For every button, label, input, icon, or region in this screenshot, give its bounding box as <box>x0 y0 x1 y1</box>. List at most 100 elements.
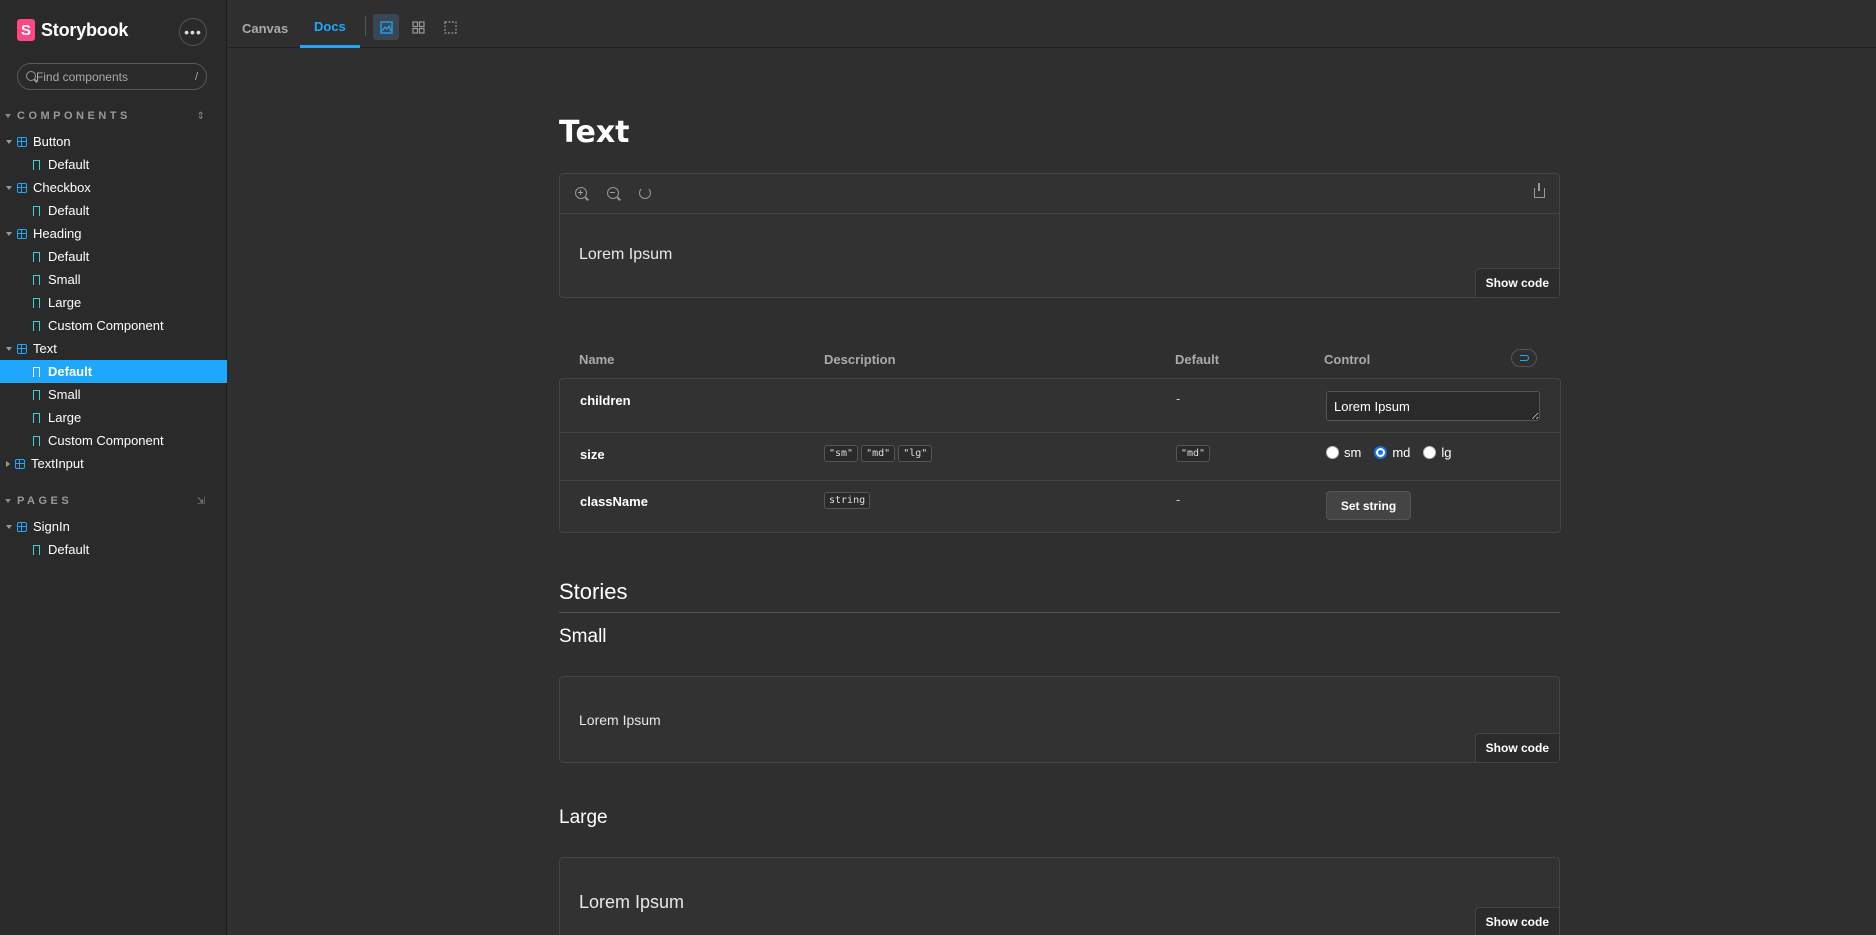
row-divider <box>560 480 1560 481</box>
sidebar-item-label: Button <box>33 134 71 149</box>
arg-default-size: "md" <box>1176 443 1213 462</box>
background-toggle-button[interactable] <box>373 14 399 40</box>
radio-sm[interactable] <box>1326 446 1339 459</box>
radio-label: sm <box>1344 445 1362 460</box>
sidebar-item-label: Default <box>48 249 90 264</box>
search-box[interactable]: / <box>17 63 207 90</box>
outline-toggle-button[interactable] <box>437 14 463 40</box>
arg-name-classname: className <box>580 494 648 509</box>
sidebar-story-heading-default[interactable]: Default <box>0 245 227 268</box>
show-code-button[interactable]: Show code <box>1474 907 1559 935</box>
story-heading-large: Large <box>559 807 608 828</box>
sidebar-item-button[interactable]: Button <box>0 130 227 153</box>
sidebar-story-heading-large[interactable]: Large <box>0 291 227 314</box>
sidebar-story-heading-custom-component[interactable]: Custom Component <box>0 314 227 337</box>
sidebar-item-label: Small <box>48 387 81 402</box>
expand-collapse-icon[interactable]: ⇲ <box>197 496 205 507</box>
sidebar-item-label: Large <box>48 410 82 425</box>
sidebar-item-heading[interactable]: Heading <box>0 222 227 245</box>
sidebar-item-text[interactable]: Text <box>0 337 227 360</box>
tab-docs[interactable]: Docs <box>300 8 360 48</box>
radio-lg[interactable] <box>1423 446 1437 459</box>
search-input[interactable] <box>35 69 191 84</box>
sidebar-story-text-small[interactable]: Small <box>0 383 227 406</box>
arg-default-classname: - <box>1176 492 1181 507</box>
chevron-down-icon <box>6 185 12 190</box>
type-badge: string <box>824 492 871 509</box>
show-code-button[interactable]: Show code <box>1474 733 1559 762</box>
chevron-down-icon <box>5 114 11 118</box>
sidebar-item-label: Default <box>48 157 90 172</box>
sidebar-item-label: Custom Component <box>48 433 164 448</box>
bookmark-icon <box>33 389 40 401</box>
set-string-button[interactable]: Set string <box>1326 491 1411 520</box>
bookmark-icon <box>33 544 40 556</box>
zoom-out-icon[interactable] <box>607 187 619 199</box>
component-icon <box>17 521 27 532</box>
radio-label: lg <box>1441 445 1452 460</box>
table-header-name: Name <box>579 352 615 367</box>
share-icon[interactable] <box>1534 183 1545 198</box>
sidebar-item-checkbox[interactable]: Checkbox <box>0 176 227 199</box>
sidebar: S Storybook ••• / COMPONENTS ⇕ Button De… <box>0 0 227 935</box>
bookmark-icon <box>33 251 40 263</box>
arg-description-classname: string <box>824 490 873 509</box>
app-name: Storybook <box>41 19 129 40</box>
image-icon <box>379 20 393 34</box>
sidebar-story-text-default[interactable]: Default <box>0 360 227 383</box>
expand-collapse-icon[interactable]: ⇕ <box>197 111 205 122</box>
grid-toggle-button[interactable] <box>405 14 431 40</box>
story-preview-large: Lorem Ipsum Show code <box>559 857 1560 935</box>
component-icon <box>17 228 27 239</box>
radio-label: md <box>1392 445 1411 460</box>
sidebar-item-label: TextInput <box>31 456 84 471</box>
sidebar-story-signin-default[interactable]: Default <box>0 538 227 561</box>
show-code-button[interactable]: Show code <box>1474 268 1559 297</box>
chevron-down-icon <box>6 524 12 529</box>
bookmark-icon <box>33 320 40 332</box>
sidebar-story-text-custom-component[interactable]: Custom Component <box>0 429 227 452</box>
sidebar-story-text-large[interactable]: Large <box>0 406 227 429</box>
sidebar-story-heading-small[interactable]: Small <box>0 268 227 291</box>
page-title: Text <box>559 115 630 150</box>
bookmark-icon <box>33 159 40 171</box>
children-input[interactable]: Lorem Ipsum <box>1326 391 1540 421</box>
preview-text: Lorem Ipsum <box>579 712 661 728</box>
reset-controls-button[interactable] <box>1511 349 1537 367</box>
reset-zoom-icon[interactable] <box>639 187 651 199</box>
radio-md[interactable] <box>1374 446 1388 459</box>
story-heading-small: Small <box>559 626 607 647</box>
tab-canvas[interactable]: Canvas <box>242 8 288 48</box>
sidebar-item-label: Default <box>48 203 90 218</box>
sidebar-story-button-default[interactable]: Default <box>0 153 227 176</box>
preview-toolbar <box>560 174 1559 214</box>
more-menu-button[interactable]: ••• <box>179 18 207 46</box>
story-preview-small: Lorem Ipsum Show code <box>559 676 1560 763</box>
pages-section-header[interactable]: PAGES ⇲ <box>5 495 205 507</box>
table-header-description: Description <box>824 352 896 367</box>
arg-name-children: children <box>580 393 631 408</box>
primary-story-preview: Lorem Ipsum Show code <box>559 173 1560 298</box>
search-shortcut-badge: / <box>194 70 198 83</box>
arg-default-children: - <box>1176 391 1181 406</box>
toolbar-divider <box>365 16 366 36</box>
sidebar-item-label: Heading <box>33 226 82 241</box>
preview-text: Lorem Ipsum <box>579 246 673 263</box>
sidebar-item-label: Text <box>33 341 57 356</box>
chevron-down-icon <box>5 499 11 503</box>
section-title: COMPONENTS <box>17 110 131 122</box>
brand[interactable]: S Storybook <box>17 19 128 41</box>
preview-text: Lorem Ipsum <box>579 892 685 912</box>
components-section-header[interactable]: COMPONENTS ⇕ <box>5 110 205 122</box>
sidebar-item-signin[interactable]: SignIn <box>0 515 227 538</box>
sidebar-item-label: SignIn <box>33 519 70 534</box>
sidebar-story-checkbox-default[interactable]: Default <box>0 199 227 222</box>
default-badge: "md" <box>1176 445 1211 462</box>
divider <box>559 612 1560 613</box>
chevron-down-icon <box>6 139 12 144</box>
component-icon <box>17 343 27 354</box>
zoom-in-icon[interactable] <box>575 187 587 199</box>
sidebar-item-textinput[interactable]: TextInput <box>0 452 227 475</box>
grid-icon <box>411 20 425 34</box>
chevron-right-icon <box>6 460 10 467</box>
